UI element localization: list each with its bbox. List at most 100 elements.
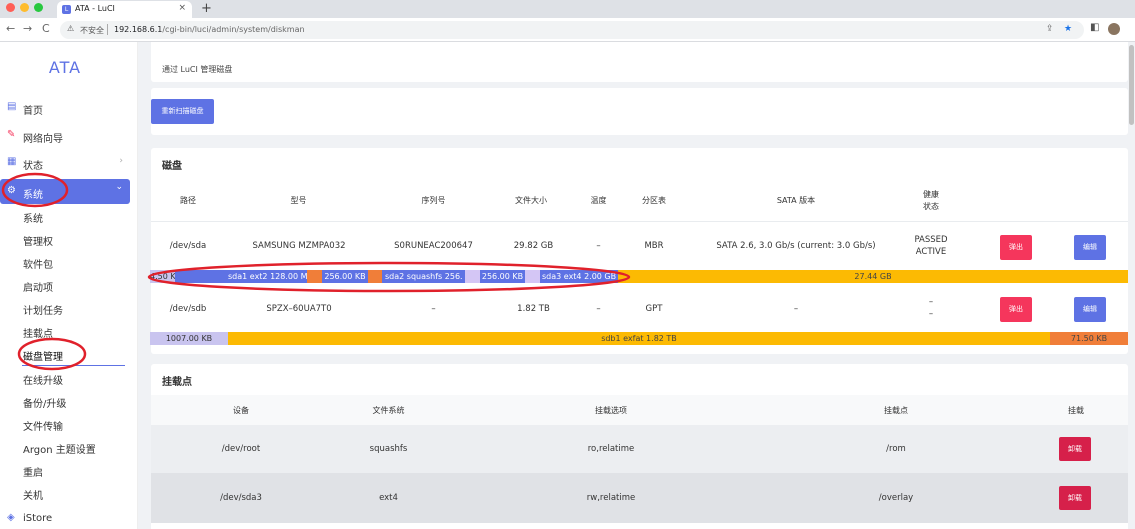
share-icon[interactable]: ⇪ xyxy=(1046,24,1054,34)
sdb-edit-button[interactable]: 编辑 xyxy=(1074,297,1106,322)
sda-gap-segment-4 xyxy=(525,270,540,283)
insecure-label: 不安全 xyxy=(80,26,104,35)
col-serial: 序列号 xyxy=(421,196,446,205)
submenu-startup[interactable]: 启动项 xyxy=(23,279,53,294)
col-sata: SATA 版本 xyxy=(776,196,816,205)
submenu-diskman[interactable]: 磁盘管理 xyxy=(23,348,63,363)
sdb-free-segment[interactable]: 1007.00 KB xyxy=(150,332,228,345)
url-separator xyxy=(107,24,108,35)
header-divider xyxy=(151,221,1128,222)
col-device: 设备 xyxy=(233,406,249,415)
submenu-system[interactable]: 系统 xyxy=(23,210,43,225)
page-description: 通过 LuCI 管理磁盘 xyxy=(162,65,233,74)
sda-free-segment-3[interactable]: 256.00 KB xyxy=(480,270,525,283)
scrollbar-thumb[interactable] xyxy=(1129,45,1134,125)
reload-icon[interactable]: C xyxy=(42,22,50,35)
col-path: 路径 xyxy=(180,196,196,205)
sda-gap-segment xyxy=(307,270,322,283)
favicon-icon: L xyxy=(62,5,71,14)
sdb-sata: – xyxy=(793,304,799,314)
mount-options: rw,relatime xyxy=(586,493,636,503)
browser-tab-bar: L ATA - LuCI × + xyxy=(0,0,1135,18)
sdb-partition-table: GPT xyxy=(645,304,663,314)
submenu-reboot[interactable]: 重启 xyxy=(23,464,43,479)
submenu-crontab[interactable]: 计划任务 xyxy=(23,302,63,317)
close-window-button[interactable] xyxy=(6,3,15,12)
sda-edit-button[interactable]: 编辑 xyxy=(1074,235,1106,260)
submenu-packages[interactable]: 软件包 xyxy=(23,256,53,271)
sdb-health-2: – xyxy=(928,309,934,319)
minimize-window-button[interactable] xyxy=(20,3,29,12)
side-panel-icon[interactable]: ◧ xyxy=(1090,22,1099,33)
sda-free-segment-highlight xyxy=(175,270,225,283)
back-icon[interactable]: ← xyxy=(6,22,15,35)
new-tab-button[interactable]: + xyxy=(201,1,212,16)
disks-title: 磁盘 xyxy=(162,161,182,172)
submenu-mounts[interactable]: 挂载点 xyxy=(23,325,53,340)
sdb-health-1: – xyxy=(928,297,934,307)
sidebar-item-label: iStore xyxy=(23,513,53,524)
submenu-admin[interactable]: 管理权 xyxy=(23,233,53,248)
sidebar-item-system[interactable]: ⚙ 系统 ⌄ xyxy=(0,179,130,204)
sidebar-item-wizard[interactable]: ✎ 网络向导 xyxy=(0,124,130,147)
maximize-window-button[interactable] xyxy=(34,3,43,12)
rescan-button[interactable]: 重新扫描磁盘 xyxy=(151,99,214,124)
sidebar-item-home[interactable]: ▤ 首页 xyxy=(0,96,130,119)
forward-icon[interactable]: → xyxy=(23,22,32,35)
submenu-shutdown[interactable]: 关机 xyxy=(23,487,43,502)
tab-title: ATA - LuCI xyxy=(75,4,115,13)
browser-tab[interactable]: L ATA - LuCI × xyxy=(57,1,192,18)
col-partition-table: 分区表 xyxy=(642,196,666,205)
sdb1-segment[interactable]: sdb1 exfat 1.82 TB xyxy=(228,332,1050,345)
mounts-title: 挂载点 xyxy=(162,377,192,388)
submenu-backup[interactable]: 备份/升级 xyxy=(23,395,66,410)
table-row: /dev/root squashfs ro,relatime /rom 卸载 xyxy=(151,425,1128,473)
mount-fs: squashfs xyxy=(369,444,408,454)
sda-eject-button[interactable]: 弹出 xyxy=(1000,235,1032,260)
close-tab-icon[interactable]: × xyxy=(178,3,186,13)
sidebar-item-label: 首页 xyxy=(23,106,43,117)
sda2-segment[interactable]: sda2 squashfs 256. xyxy=(382,270,465,283)
store-icon: ◈ xyxy=(7,512,15,523)
mount-point: /rom xyxy=(886,444,906,454)
profile-avatar[interactable] xyxy=(1108,23,1120,35)
wizard-icon: ✎ xyxy=(7,129,16,140)
submenu-argon[interactable]: Argon 主题设置 xyxy=(23,441,96,456)
sidebar-item-istore[interactable]: ◈ iStore xyxy=(0,507,130,529)
col-mountpoint: 挂载点 xyxy=(884,406,908,415)
sda-sata: SATA 2.6, 3.0 Gb/s (current: 3.0 Gb/s) xyxy=(716,241,876,251)
col-health: 健康 状态 xyxy=(923,190,939,211)
warning-icon[interactable]: ⚠ xyxy=(67,24,74,33)
sidebar-item-status[interactable]: ▦ 状态 › xyxy=(0,151,130,174)
col-temp: 温度 xyxy=(590,196,607,205)
chevron-right-icon: › xyxy=(119,156,123,166)
brand-logo[interactable]: ATA xyxy=(0,58,130,77)
sidebar-item-label: 网络向导 xyxy=(23,134,63,145)
unmount-button[interactable]: 卸载 xyxy=(1059,437,1091,461)
mount-fs: ext4 xyxy=(379,493,398,503)
sda-model: SAMSUNG MZMPA032 xyxy=(252,241,346,251)
bookmark-star-icon[interactable]: ★ xyxy=(1064,24,1072,34)
sda-health-1: PASSED xyxy=(914,235,948,245)
sdb-free-segment-end[interactable]: 71.50 KB xyxy=(1050,332,1128,345)
sda-temp: – xyxy=(596,241,601,251)
sda-free-segment-2[interactable]: 256.00 KB xyxy=(322,270,368,283)
col-action: 挂载 xyxy=(1068,406,1084,415)
sda-unallocated-segment[interactable]: 27.44 GB xyxy=(618,270,1128,283)
unmount-button[interactable]: 卸载 xyxy=(1059,486,1091,510)
sdb-temp: – xyxy=(596,304,601,314)
sda3-segment[interactable]: sda3 ext4 2.00 GB xyxy=(540,270,618,283)
sda-free-segment[interactable]: 4.50 KB xyxy=(150,270,175,283)
sda-size: 29.82 GB xyxy=(513,241,554,251)
mount-point: /overlay xyxy=(878,493,914,503)
address-bar[interactable]: ⚠ 不安全 192.168.6.1/cgi-bin/luci/admin/sys… xyxy=(60,21,1084,39)
sda-partition-table: MBR xyxy=(644,241,664,251)
sdb-eject-button[interactable]: 弹出 xyxy=(1000,297,1032,322)
submenu-filetransfer[interactable]: 文件传输 xyxy=(23,418,63,433)
submenu-upgrade[interactable]: 在线升级 xyxy=(23,372,63,387)
sda-health-2: ACTIVE xyxy=(915,247,947,257)
home-icon: ▤ xyxy=(7,101,17,112)
disks-card: 磁盘 路径 型号 序列号 文件大小 温度 分区表 SATA 版本 健康 状态 /… xyxy=(151,148,1128,354)
sda1-segment[interactable]: sda1 ext2 128.00 M xyxy=(225,270,307,283)
mount-options: ro,relatime xyxy=(587,444,635,454)
